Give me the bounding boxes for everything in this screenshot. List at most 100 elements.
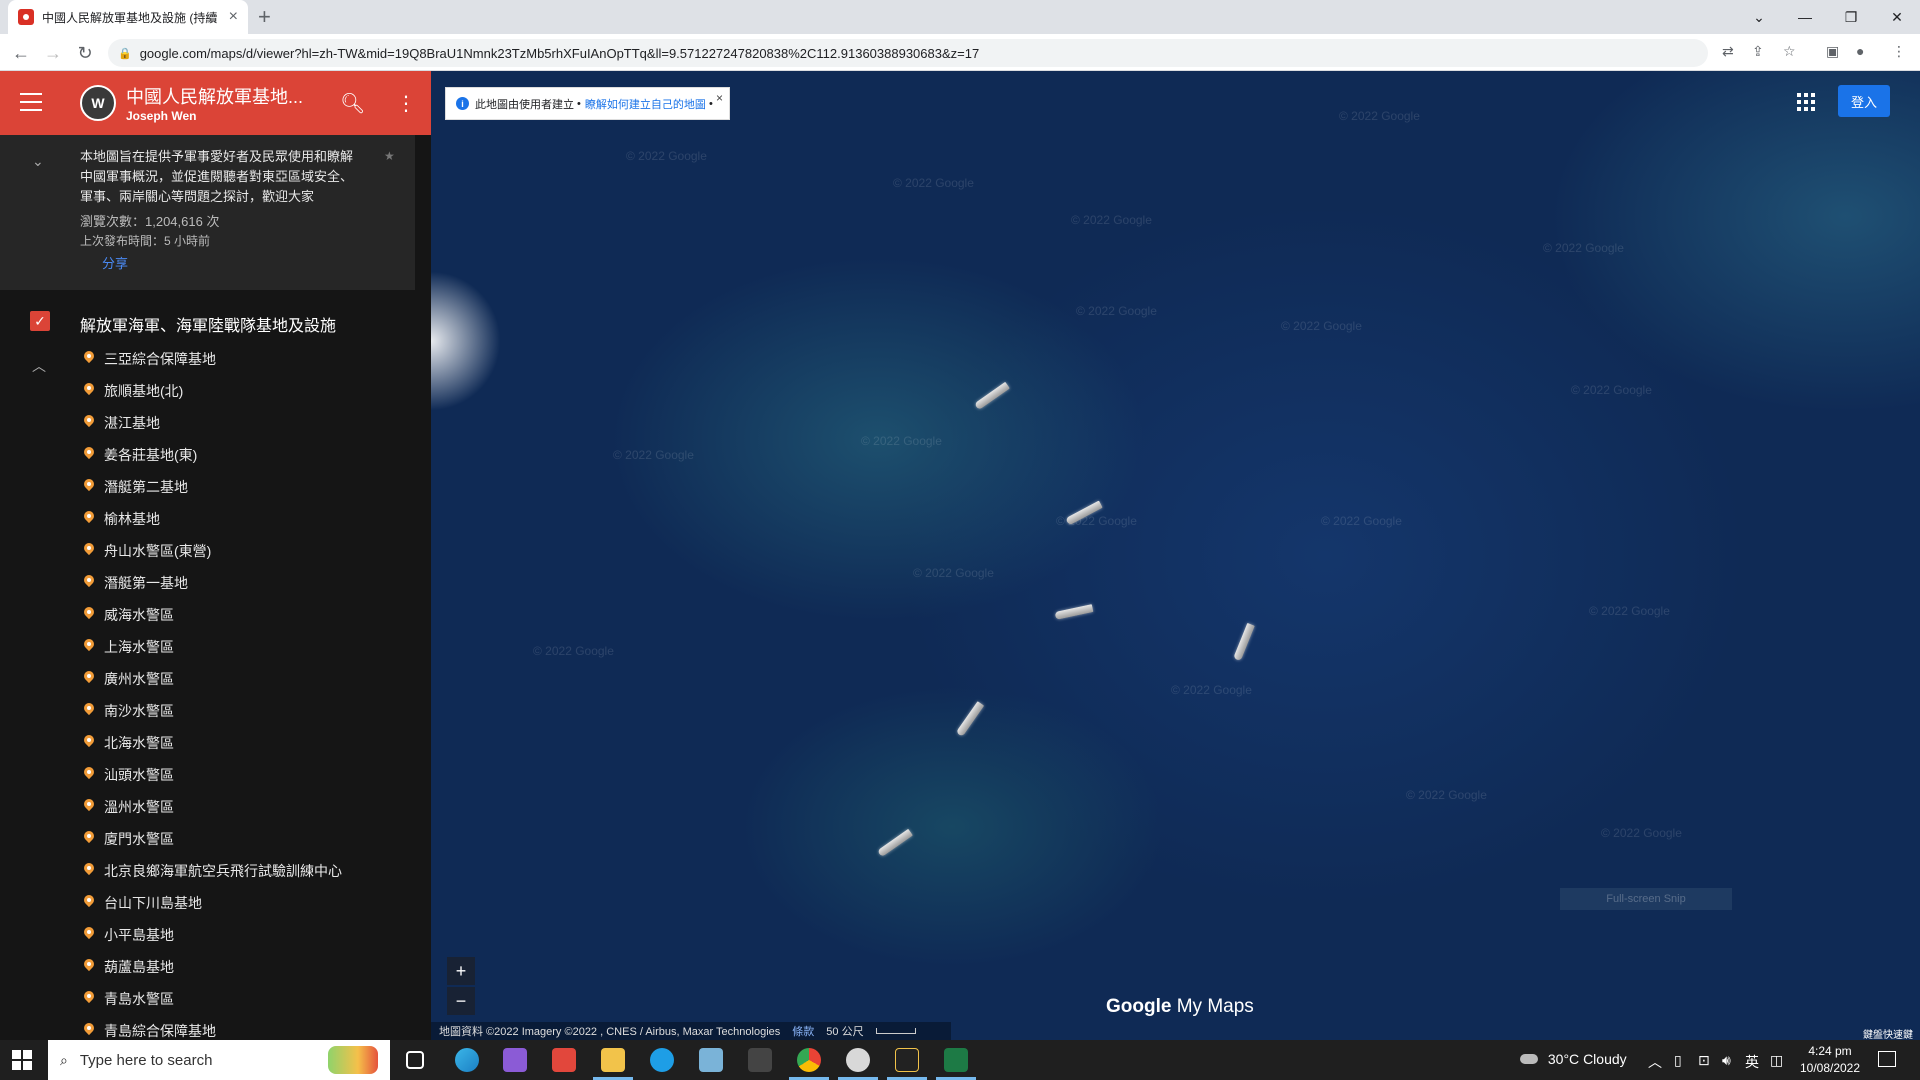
- anchor-marker-icon: [82, 959, 96, 975]
- skype-icon[interactable]: [650, 1048, 674, 1072]
- anchor-marker-icon: [82, 1023, 96, 1039]
- chrome-menu-icon[interactable]: ⋮: [1892, 43, 1906, 60]
- layer-checkbox[interactable]: ✓: [30, 311, 50, 331]
- zoom-out-button[interactable]: −: [447, 987, 475, 1015]
- terms-link[interactable]: 條款: [792, 1023, 814, 1039]
- maps-favicon-icon: [18, 9, 34, 25]
- anchor-marker-icon: [82, 831, 96, 847]
- bookmark-star-icon[interactable]: ☆: [1783, 43, 1796, 60]
- list-item[interactable]: 溫州水警區: [0, 791, 431, 823]
- forward-icon[interactable]: →: [40, 40, 66, 66]
- volume-icon[interactable]: 🔊︎: [1722, 1052, 1731, 1069]
- search-icon[interactable]: 🔍︎: [340, 91, 365, 116]
- snipping-tool-icon[interactable]: [846, 1048, 870, 1072]
- battery-icon[interactable]: ▯: [1674, 1052, 1682, 1069]
- notification-center-icon[interactable]: [1878, 1051, 1896, 1067]
- ime-indicator[interactable]: 英: [1745, 1052, 1759, 1072]
- profile-icon[interactable]: ●: [1856, 43, 1864, 59]
- list-item[interactable]: 北海水警區: [0, 727, 431, 759]
- share-link[interactable]: 分享: [102, 253, 128, 272]
- back-icon[interactable]: ←: [8, 40, 34, 66]
- list-item[interactable]: 南沙水警區: [0, 695, 431, 727]
- list-item[interactable]: 三亞綜合保障基地: [0, 343, 431, 375]
- list-item[interactable]: 潛艇第二基地: [0, 471, 431, 503]
- vessel: [955, 701, 985, 737]
- learn-create-map-link[interactable]: 瞭解如何建立自己的地圖: [585, 96, 706, 112]
- network-icon[interactable]: ⊡: [1698, 1052, 1710, 1069]
- list-item[interactable]: 青島綜合保障基地: [0, 1015, 431, 1040]
- reload-icon[interactable]: ↻: [72, 40, 98, 66]
- list-item-label: 南沙水警區: [104, 703, 174, 719]
- list-item[interactable]: 青島水警區: [0, 983, 431, 1015]
- list-item[interactable]: 北京良鄉海軍航空兵飛行試驗訓練中心: [0, 855, 431, 887]
- apps-grid-icon[interactable]: [1797, 93, 1815, 111]
- anchor-marker-icon: [82, 607, 96, 623]
- list-item[interactable]: 榆林基地: [0, 503, 431, 535]
- translate-icon[interactable]: ⇄: [1722, 43, 1734, 60]
- user-created-notice: i 此地圖由使用者建立 • 瞭解如何建立自己的地圖 • ×: [445, 87, 730, 120]
- anchor-marker-icon: [82, 927, 96, 943]
- address-bar[interactable]: 🔒 google.com/maps/d/viewer?hl=zh-TW&mid=…: [108, 39, 1708, 67]
- anchor-marker-icon: [82, 863, 96, 879]
- search-highlight-art: [328, 1046, 378, 1074]
- list-item[interactable]: 廣州水警區: [0, 663, 431, 695]
- restore-button[interactable]: ❐: [1828, 0, 1874, 34]
- star-icon[interactable]: ★: [384, 149, 395, 163]
- keyboard-shortcuts-link[interactable]: 鍵盤快速鍵: [1863, 1026, 1913, 1041]
- file-explorer-icon[interactable]: [601, 1048, 625, 1072]
- app-icon[interactable]: [699, 1048, 723, 1072]
- tab-close-icon[interactable]: ×: [229, 8, 238, 26]
- list-item-label: 姜各莊基地(東): [104, 447, 198, 463]
- clock-time: 4:24 pm: [1808, 1044, 1852, 1058]
- minimize-button[interactable]: —: [1782, 0, 1828, 34]
- sign-in-button[interactable]: 登入: [1838, 85, 1890, 117]
- edge-icon[interactable]: [455, 1048, 479, 1072]
- browser-tab[interactable]: 中國人民解放軍基地及設施 (持續 ×: [8, 0, 248, 34]
- terminal-icon[interactable]: [748, 1048, 772, 1072]
- more-options-icon[interactable]: ⋮: [396, 91, 416, 116]
- list-item[interactable]: 旅順基地(北): [0, 375, 431, 407]
- list-item[interactable]: 湛江基地: [0, 407, 431, 439]
- tab-search-button[interactable]: ⌄: [1736, 0, 1782, 34]
- chevron-up-icon[interactable]: ︿: [1648, 1052, 1662, 1072]
- windows-taskbar: ⌕ Type here to search 30°C Cloudy ︿ ▯ ⊡ …: [0, 1040, 1920, 1080]
- list-item[interactable]: 上海水警區: [0, 631, 431, 663]
- chrome-icon[interactable]: [797, 1048, 821, 1072]
- list-item[interactable]: 汕頭水警區: [0, 759, 431, 791]
- sticky-app-icon[interactable]: [895, 1048, 919, 1072]
- zoom-in-button[interactable]: +: [447, 957, 475, 985]
- ime-mode-icon[interactable]: ◫: [1770, 1052, 1783, 1069]
- list-item[interactable]: 台山下川島基地: [0, 887, 431, 919]
- url-text: google.com/maps/d/viewer?hl=zh-TW&mid=19…: [139, 45, 980, 61]
- menu-icon[interactable]: [20, 93, 42, 111]
- visual-studio-icon[interactable]: [503, 1048, 527, 1072]
- list-item[interactable]: 姜各莊基地(東): [0, 439, 431, 471]
- map-watermark: © 2022 Google: [893, 176, 974, 190]
- list-item[interactable]: 廈門水警區: [0, 823, 431, 855]
- list-item[interactable]: 舟山水警區(東營): [0, 535, 431, 567]
- taskbar-search-box[interactable]: ⌕ Type here to search: [48, 1040, 390, 1080]
- chevron-down-icon[interactable]: ⌄: [32, 153, 44, 170]
- windows-start-icon[interactable]: [12, 1050, 32, 1070]
- anydesk-icon[interactable]: [552, 1048, 576, 1072]
- list-item[interactable]: 威海水警區: [0, 599, 431, 631]
- sidebar-header: W 中國人民解放軍基地... Joseph Wen 🔍︎ ⋮: [0, 71, 431, 135]
- system-clock[interactable]: 4:24 pm 10/08/2022: [1795, 1043, 1865, 1077]
- attribution-text: 地圖資料 ©2022 Imagery ©2022 , CNES / Airbus…: [439, 1026, 781, 1038]
- scale-label[interactable]: 50 公尺: [826, 1023, 863, 1039]
- list-item[interactable]: 葫蘆島基地: [0, 951, 431, 983]
- list-item-label: 潛艇第二基地: [104, 479, 188, 495]
- weather-widget[interactable]: 30°C Cloudy: [1520, 1051, 1627, 1067]
- list-item[interactable]: 小平島基地: [0, 919, 431, 951]
- task-view-icon[interactable]: [406, 1051, 424, 1069]
- share-icon[interactable]: ⇪: [1752, 43, 1764, 60]
- google-my-maps-logo: Google My Maps: [1106, 996, 1254, 1018]
- list-item[interactable]: 潛艇第一基地: [0, 567, 431, 599]
- excel-icon[interactable]: [944, 1048, 968, 1072]
- close-icon[interactable]: ×: [716, 91, 723, 105]
- new-tab-button[interactable]: +: [258, 4, 271, 30]
- notice-text: 此地圖由使用者建立: [475, 98, 574, 111]
- sidepanel-icon[interactable]: ▣: [1826, 43, 1839, 60]
- close-window-button[interactable]: ✕: [1874, 0, 1920, 34]
- avatar: W: [80, 85, 116, 121]
